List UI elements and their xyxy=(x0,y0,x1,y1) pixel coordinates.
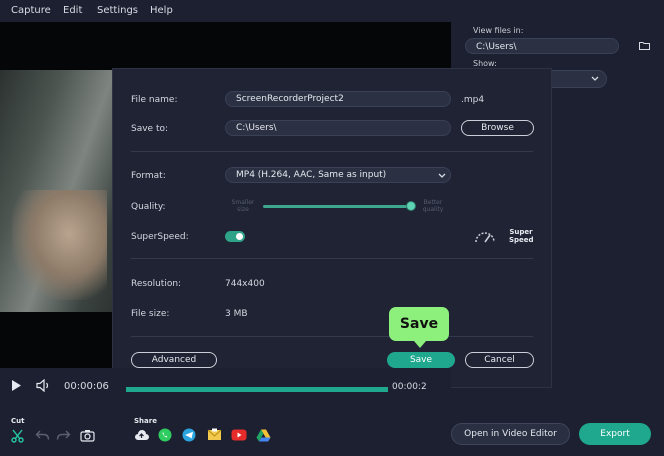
scissors-icon[interactable] xyxy=(11,429,24,443)
browse-button[interactable]: Browse xyxy=(461,120,534,136)
file-size-value: 3 MB xyxy=(225,309,248,319)
file-name-input[interactable]: ScreenRecorderProject2 xyxy=(225,91,451,107)
file-size-label: File size: xyxy=(131,309,170,319)
divider xyxy=(131,151,533,152)
divider xyxy=(131,336,533,337)
format-label: Format: xyxy=(131,171,166,181)
quality-slider-track[interactable] xyxy=(263,205,411,208)
folder-icon[interactable] xyxy=(639,41,650,50)
divider xyxy=(131,258,533,259)
file-name-label: File name: xyxy=(131,95,178,105)
menu-edit[interactable]: Edit xyxy=(63,5,82,16)
menu-settings[interactable]: Settings xyxy=(97,5,138,16)
format-value: MP4 (H.264, AAC, Same as input) xyxy=(236,170,387,180)
show-label: Show: xyxy=(473,59,497,68)
speedometer-icon xyxy=(475,232,495,243)
menu-help[interactable]: Help xyxy=(150,5,173,16)
superspeed-label: SuperSpeed: xyxy=(131,232,189,242)
save-to-input[interactable]: C:\Users\ xyxy=(225,120,451,136)
menu-bar: Capture Edit Settings Help xyxy=(0,0,664,22)
view-files-path-field[interactable]: C:\Users\ xyxy=(465,38,619,54)
toggle-knob xyxy=(236,233,243,240)
save-to-label: Save to: xyxy=(131,124,169,134)
volume-icon[interactable] xyxy=(36,379,52,392)
undo-icon[interactable] xyxy=(35,429,50,442)
menu-capture[interactable]: Capture xyxy=(11,5,51,16)
cloud-upload-icon[interactable] xyxy=(134,429,149,441)
cancel-button[interactable]: Cancel xyxy=(465,352,534,368)
export-dialog: File name: ScreenRecorderProject2 .mp4 S… xyxy=(112,68,552,388)
superspeed-badge: Super Speed xyxy=(509,228,534,244)
share-label: Share xyxy=(134,417,157,425)
youtube-icon[interactable] xyxy=(231,429,247,441)
superspeed-toggle[interactable] xyxy=(225,231,245,242)
advanced-button[interactable]: Advanced xyxy=(131,352,217,368)
redo-icon[interactable] xyxy=(56,429,71,442)
open-in-video-editor-button[interactable]: Open in Video Editor xyxy=(451,423,570,445)
camera-icon[interactable] xyxy=(80,429,95,442)
timeline-progress[interactable] xyxy=(126,387,388,392)
quality-slider-handle[interactable] xyxy=(406,201,416,211)
quality-min-label: Smaller size xyxy=(231,199,255,213)
save-button[interactable]: Save xyxy=(387,352,455,368)
export-button[interactable]: Export xyxy=(579,423,651,445)
resolution-label: Resolution: xyxy=(131,279,182,289)
whatsapp-icon[interactable] xyxy=(158,428,172,442)
view-files-label: View files in: xyxy=(473,26,524,35)
quality-max-label: Better quality xyxy=(422,199,444,213)
email-icon[interactable] xyxy=(207,428,222,442)
google-drive-icon[interactable] xyxy=(256,429,271,442)
resolution-value: 744x400 xyxy=(225,279,265,289)
file-extension: .mp4 xyxy=(461,95,485,105)
tooltip-arrow xyxy=(414,341,426,348)
chevron-down-icon xyxy=(591,76,599,81)
video-frame xyxy=(0,70,120,312)
quality-label: Quality: xyxy=(131,202,166,212)
video-subject xyxy=(12,190,107,300)
telegram-icon[interactable] xyxy=(182,428,196,442)
chevron-down-icon xyxy=(438,173,446,178)
play-icon[interactable] xyxy=(11,379,22,392)
cut-label: Cut xyxy=(11,417,25,425)
current-time: 00:00:06 xyxy=(64,381,109,392)
end-time: 00:00:2 xyxy=(392,382,427,392)
format-select[interactable]: MP4 (H.264, AAC, Same as input) xyxy=(225,167,451,183)
save-tooltip: Save xyxy=(389,307,449,341)
